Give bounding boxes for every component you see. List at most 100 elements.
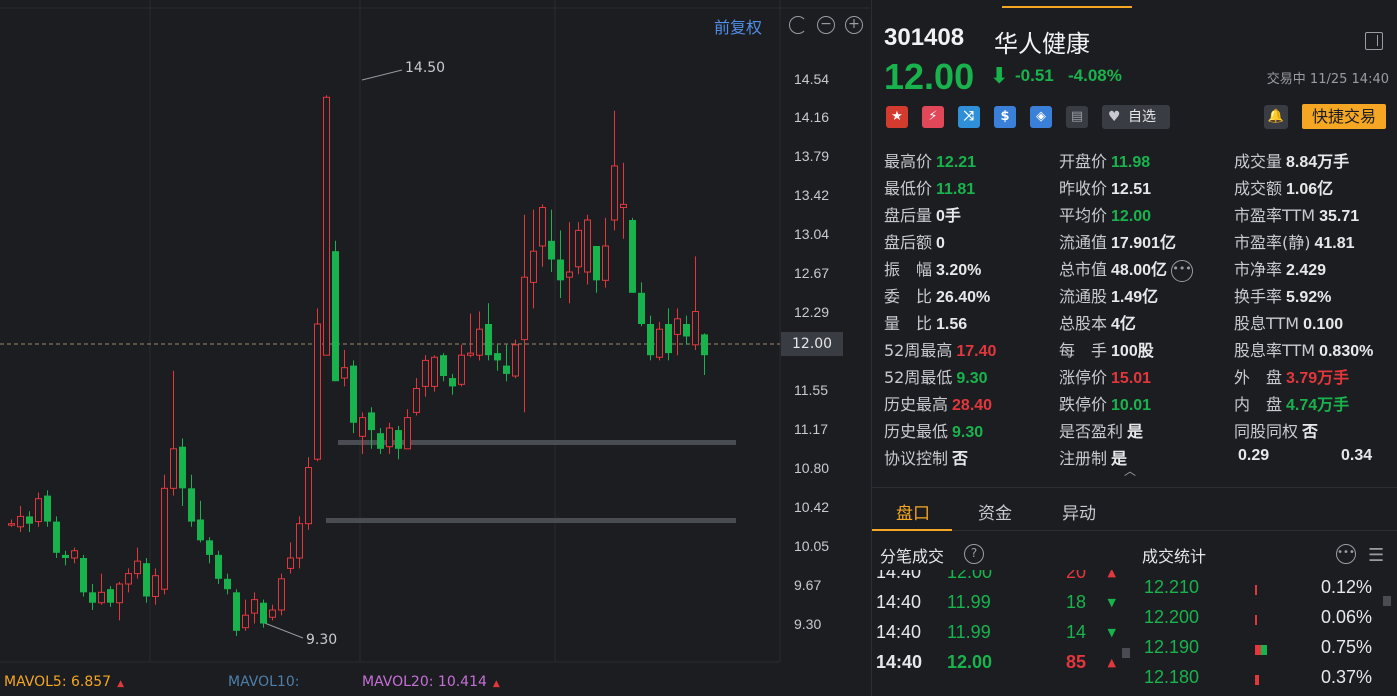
high-annotation: 14.50: [405, 60, 446, 76]
candle: [431, 355, 438, 392]
tab-alerts[interactable]: 异动: [1062, 499, 1096, 524]
cn-flag-icon[interactable]: ★: [886, 106, 908, 128]
help-icon[interactable]: ?: [964, 544, 984, 564]
volume-stat-row: 12.200 0.06%: [1140, 607, 1390, 637]
candle: [233, 589, 240, 636]
candlestick-chart[interactable]: [0, 0, 870, 696]
stat-item: 盘后量 0手: [884, 202, 961, 226]
stat-item: 换手率 5.92%: [1234, 283, 1331, 307]
heart-icon: ♥: [1108, 109, 1121, 125]
candle: [665, 308, 672, 361]
candle: [602, 217, 609, 288]
candle: [26, 511, 33, 532]
volume-stat-price: 12.180: [1144, 667, 1200, 687]
kline-chart-panel[interactable]: 前复权 − + 14.54 14.16 13.79 13.42 13.04 12.67 12…: [0, 0, 870, 696]
ticks-list[interactable]: 14:40 12.00 20 ▲ 14:40 11.99 18 ▼ 14:40 11.99 14 ▼ 1…: [872, 570, 1132, 696]
volume-stat-row: 12.180 0.37%: [1140, 667, 1390, 696]
tick-row: 14:40 12.00 20 ▲: [872, 570, 1132, 592]
note-icon[interactable]: ▤: [1066, 106, 1088, 128]
candle: [305, 457, 312, 530]
candle: [512, 339, 519, 379]
stat-value: 100股: [1111, 343, 1154, 360]
candle: [566, 222, 573, 304]
volume-stat-price: 12.200: [1144, 607, 1200, 627]
adjust-toggle[interactable]: 前复权: [714, 14, 762, 38]
zoom-out-icon[interactable]: −: [817, 16, 835, 34]
candle: [638, 282, 645, 327]
stat-item: 市盈率TTM 35.71: [1234, 202, 1359, 226]
candle: [242, 599, 249, 631]
tab-orderbook[interactable]: 盘口: [896, 499, 930, 524]
stat-label: 平均价: [1059, 206, 1108, 225]
volume-stats-scrollbar[interactable]: [1383, 596, 1391, 606]
candle: [152, 568, 159, 605]
ticks-scrollbar[interactable]: [1122, 648, 1130, 658]
stat-value: 0: [936, 235, 945, 252]
stat-label: 昨收价: [1059, 179, 1108, 198]
up-arrow-icon: ▲: [1107, 656, 1116, 669]
candle: [584, 214, 591, 285]
tab-active-indicator: [872, 529, 952, 531]
stat-value: 3.79万手: [1286, 370, 1350, 387]
down-arrow-icon: ▼: [1107, 626, 1116, 639]
candle: [44, 490, 51, 527]
margin-tag-icon[interactable]: ⚡: [922, 106, 944, 128]
volume-stats-list[interactable]: 12.210 0.12% 12.200 0.06% 12.190 0.75% 12.180 0…: [1140, 575, 1397, 696]
label-tag-icon[interactable]: ◈: [1030, 106, 1052, 128]
candle: [8, 519, 15, 527]
candle: [80, 554, 87, 597]
detail-tabs: 盘口 资金 异动: [872, 487, 1397, 531]
stat-item: 最高价 12.21: [884, 148, 976, 172]
list-view-icon[interactable]: ☰: [1368, 545, 1384, 566]
stat-label: 开盘价: [1059, 152, 1108, 171]
tick-row: 14:40 11.99 18 ▼: [872, 592, 1132, 622]
stat-value: 1.06亿: [1286, 181, 1334, 198]
stat-item: 昨收价 12.51: [1059, 175, 1151, 199]
quick-trade-button[interactable]: 快捷交易: [1302, 104, 1386, 129]
tick-price: 12.00: [947, 652, 993, 672]
volume-stat-price: 12.190: [1144, 637, 1200, 657]
candle: [494, 344, 501, 371]
candle: [701, 333, 708, 375]
stat-label: 历史最高: [884, 395, 949, 414]
stat-item: 52周最低 9.30: [884, 364, 988, 388]
stat-label: 振 幅: [884, 260, 933, 279]
stat-value: 5.92%: [1286, 289, 1332, 306]
volume-stats-title: 成交统计: [1142, 547, 1207, 566]
add-watchlist-button[interactable]: ♥ 自选: [1102, 105, 1170, 129]
stat-value: 11.98: [1111, 154, 1151, 171]
candle: [404, 409, 411, 450]
dollar-tag-icon[interactable]: $: [994, 106, 1016, 128]
alert-bell-icon[interactable]: 🔔: [1264, 105, 1288, 129]
stat-label: 股息率TTM: [1234, 341, 1316, 360]
collapse-caret-icon[interactable]: ︿: [1124, 462, 1136, 479]
stat-label: 量 比: [884, 314, 933, 333]
reset-icon[interactable]: [789, 16, 807, 34]
stat-item: 成交额 1.06亿: [1234, 175, 1333, 199]
volume-stat-pct: 0.06%: [1320, 607, 1372, 627]
stat-item: 总市值 48.00亿 •••: [1059, 256, 1194, 282]
price-axis-tick: 13.79: [794, 148, 830, 164]
tab-funds[interactable]: 资金: [978, 499, 1012, 524]
candle: [485, 303, 492, 361]
volume-stat-pct: 0.75%: [1320, 637, 1372, 657]
tick-time: 14:40: [876, 652, 923, 672]
more-options-icon[interactable]: •••: [1336, 544, 1356, 564]
stock-code: 301408: [884, 24, 965, 51]
candle: [692, 256, 699, 350]
layout-toggle-icon[interactable]: [1365, 32, 1383, 50]
tick-time: 14:40: [876, 592, 922, 612]
stat-label: 内 盘: [1234, 395, 1283, 414]
price-axis-tick: 12.67: [794, 265, 830, 281]
stat-item: 外 盘 3.79万手: [1234, 364, 1349, 388]
up-arrow-icon: ▲: [1107, 570, 1116, 579]
stat-value: 否: [952, 451, 969, 468]
stat-item: 量 比 1.56: [884, 310, 967, 334]
connect-tag-icon[interactable]: ⤨: [958, 106, 980, 128]
tick-row: 14:40 12.00 85 ▲: [872, 652, 1132, 682]
more-icon[interactable]: •••: [1171, 259, 1194, 282]
zoom-in-icon[interactable]: +: [845, 16, 863, 34]
stat-label: 协议控制: [884, 449, 949, 468]
stat-label: 最高价: [884, 152, 933, 171]
candle: [503, 344, 510, 382]
